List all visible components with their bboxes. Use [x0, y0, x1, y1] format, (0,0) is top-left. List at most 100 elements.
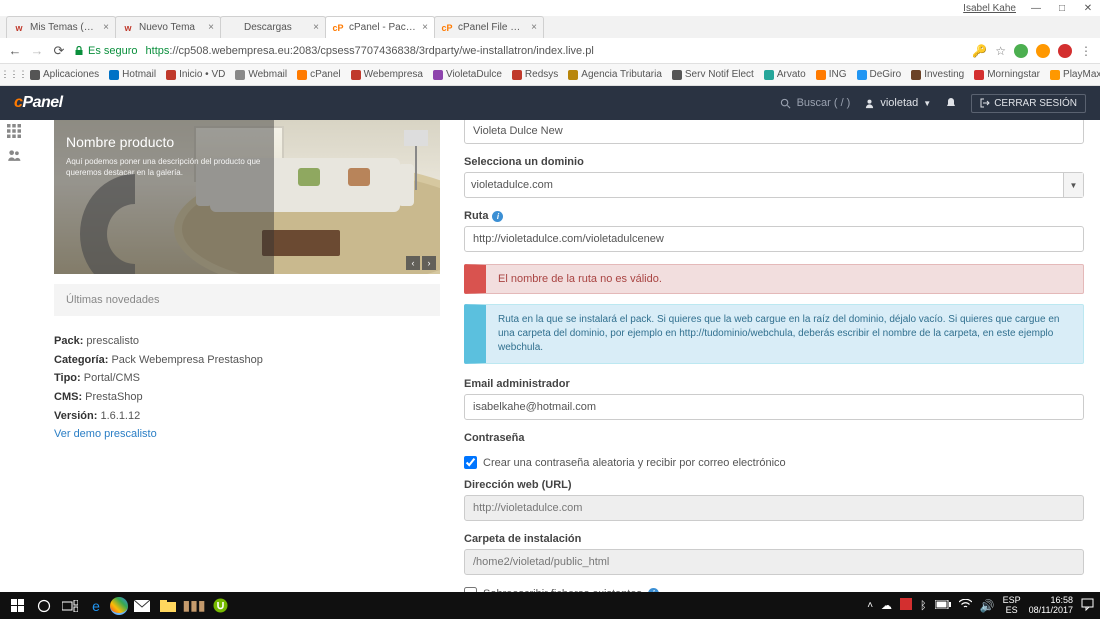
hero-prev-button[interactable]: ‹ — [406, 256, 420, 270]
tray-av-icon[interactable] — [900, 598, 912, 613]
apps-button[interactable]: ⋮⋮⋮ — [8, 69, 20, 81]
cortana-button[interactable] — [32, 595, 56, 617]
install-folder-label: Carpeta de instalación — [464, 533, 1084, 545]
window-maximize-button[interactable]: □ — [1056, 3, 1068, 14]
bookmark-item[interactable]: VioletaDulce — [433, 69, 502, 80]
user-icon — [864, 98, 875, 109]
back-button[interactable]: ← — [8, 43, 22, 58]
edge-icon[interactable]: e — [84, 595, 108, 617]
web-url-input — [464, 495, 1084, 521]
tray-volume-icon[interactable]: 🔊 — [980, 599, 995, 613]
cpanel-user-menu[interactable]: violetad ▼ — [864, 97, 931, 109]
secure-indicator[interactable]: Es seguro — [74, 45, 138, 57]
window-close-button[interactable]: ✕ — [1082, 3, 1094, 14]
bookmark-item[interactable]: ING — [816, 69, 847, 80]
ext-red-icon[interactable] — [1058, 44, 1072, 58]
bell-icon[interactable] — [945, 97, 957, 109]
tray-wifi-icon[interactable] — [959, 599, 972, 612]
logout-button[interactable]: CERRAR SESIÓN — [971, 94, 1086, 113]
favicon-icon — [227, 22, 239, 34]
utorrent-icon[interactable] — [208, 595, 232, 617]
search-placeholder: Buscar ( / ) — [797, 97, 851, 109]
browser-tab[interactable]: Descargas × — [220, 16, 326, 38]
path-input[interactable] — [464, 226, 1084, 252]
random-password-checkbox[interactable] — [464, 456, 477, 469]
close-icon[interactable]: × — [531, 22, 537, 33]
explorer-icon[interactable] — [156, 595, 180, 617]
star-icon[interactable]: ☆ — [995, 44, 1006, 58]
close-icon[interactable]: × — [422, 22, 428, 33]
browser-tab[interactable]: wNuevo Tema× — [115, 16, 221, 38]
start-button[interactable] — [6, 595, 30, 617]
tray-bluetooth-icon[interactable]: ᛒ — [920, 600, 927, 612]
bookmark-favicon-icon — [433, 70, 443, 80]
reload-button[interactable]: ⟳ — [52, 43, 66, 59]
bookmark-item[interactable]: cPanel — [297, 69, 341, 80]
browser-tab[interactable]: cPcPanel File Manager v3× — [434, 16, 544, 38]
bookmark-item[interactable]: Webmail — [235, 69, 287, 80]
installatron-c-icon — [60, 164, 170, 274]
domain-select[interactable]: violetadulce.com ▼ — [464, 172, 1084, 198]
bookmark-item[interactable]: Hotmail — [109, 69, 156, 80]
hero-next-button[interactable]: › — [422, 256, 436, 270]
tab-label: Descargas — [244, 22, 309, 33]
bookmark-favicon-icon — [568, 70, 578, 80]
bookmark-item[interactable]: Aplicaciones — [30, 69, 99, 80]
browser-menu-button[interactable]: ⋮ — [1080, 44, 1092, 58]
bookmark-item[interactable]: PlayMax — [1050, 69, 1100, 80]
admin-email-input[interactable] — [464, 394, 1084, 420]
favicon-icon: w — [122, 22, 134, 34]
bookmark-item[interactable]: Arvato — [764, 69, 806, 80]
language-indicator[interactable]: ESPES — [1003, 596, 1021, 616]
close-icon[interactable]: × — [103, 22, 109, 33]
url-display[interactable]: https://cp508.webempresa.eu:2083/cpsess7… — [146, 45, 965, 57]
bookmark-item[interactable]: Serv Notif Elect — [672, 69, 754, 80]
browser-tab[interactable]: wMis Temas (1/2)× — [6, 16, 116, 38]
users-icon[interactable] — [7, 148, 21, 162]
bookmark-item[interactable]: Morningstar — [974, 69, 1040, 80]
info-icon[interactable]: i — [492, 211, 503, 222]
random-password-label: Crear una contraseña aleatoria y recibir… — [483, 457, 786, 469]
tray-onedrive-icon[interactable]: ☁ — [881, 599, 892, 612]
taskbar-clock[interactable]: 16:5808/11/2017 — [1029, 596, 1073, 616]
grid-icon[interactable] — [7, 124, 21, 138]
cpanel-search[interactable]: Buscar ( / ) — [780, 97, 851, 109]
bookmark-item[interactable]: Webempresa — [351, 69, 423, 80]
hero-banner: Nombre producto Aquí podemos poner una d… — [54, 120, 440, 274]
task-view-button[interactable] — [58, 595, 82, 617]
ext-green-icon[interactable] — [1014, 44, 1028, 58]
bookmark-item[interactable]: Investing — [911, 69, 964, 80]
window-minimize-button[interactable]: — — [1030, 3, 1042, 14]
install-form: Nombre del sitio Selecciona un dominio v… — [464, 120, 1084, 592]
ext-orange-icon[interactable] — [1036, 44, 1050, 58]
browser-tab[interactable]: cPcPanel - Packs Webemp...× — [325, 16, 435, 38]
forward-button[interactable]: → — [30, 43, 44, 58]
password-label: Contraseña — [464, 432, 1084, 444]
key-icon[interactable]: 🔑 — [972, 44, 987, 58]
lock-icon — [74, 46, 84, 56]
demo-link[interactable]: Ver demo prescalisto — [54, 428, 157, 440]
bookmark-item[interactable]: Agencia Tributaria — [568, 69, 662, 80]
tab-label: Mis Temas (1/2) — [30, 22, 99, 33]
cpanel-logo[interactable]: cPanel — [14, 94, 63, 112]
site-name-input[interactable] — [464, 120, 1084, 144]
error-message: El nombre de la ruta no es válido. — [464, 264, 1084, 294]
cpanel-left-rail — [0, 120, 28, 162]
library-icon[interactable]: ▮▮▮ — [182, 595, 206, 617]
bookmark-item[interactable]: Inicio • VD — [166, 69, 225, 80]
close-icon[interactable]: × — [208, 22, 214, 33]
tray-chevron-icon[interactable]: ˄ — [867, 600, 873, 611]
mail-icon[interactable] — [130, 595, 154, 617]
close-icon[interactable]: × — [313, 22, 319, 33]
chrome-icon[interactable] — [110, 597, 128, 615]
bookmark-item[interactable]: DeGiro — [857, 69, 902, 80]
action-center-icon[interactable] — [1081, 598, 1094, 614]
apps-grid-icon: ⋮⋮⋮ — [8, 69, 20, 81]
web-url-label: Dirección web (URL) — [464, 479, 1084, 491]
bookmark-favicon-icon — [235, 70, 245, 80]
bookmark-item[interactable]: Redsys — [512, 69, 558, 80]
tray-battery-icon[interactable] — [935, 600, 951, 612]
bookmark-favicon-icon — [109, 70, 119, 80]
windows-taskbar: e ▮▮▮ ˄ ☁ ᛒ 🔊 ESPES 16:5808/11/2017 — [0, 592, 1100, 619]
domain-label: Selecciona un dominio — [464, 156, 1084, 168]
